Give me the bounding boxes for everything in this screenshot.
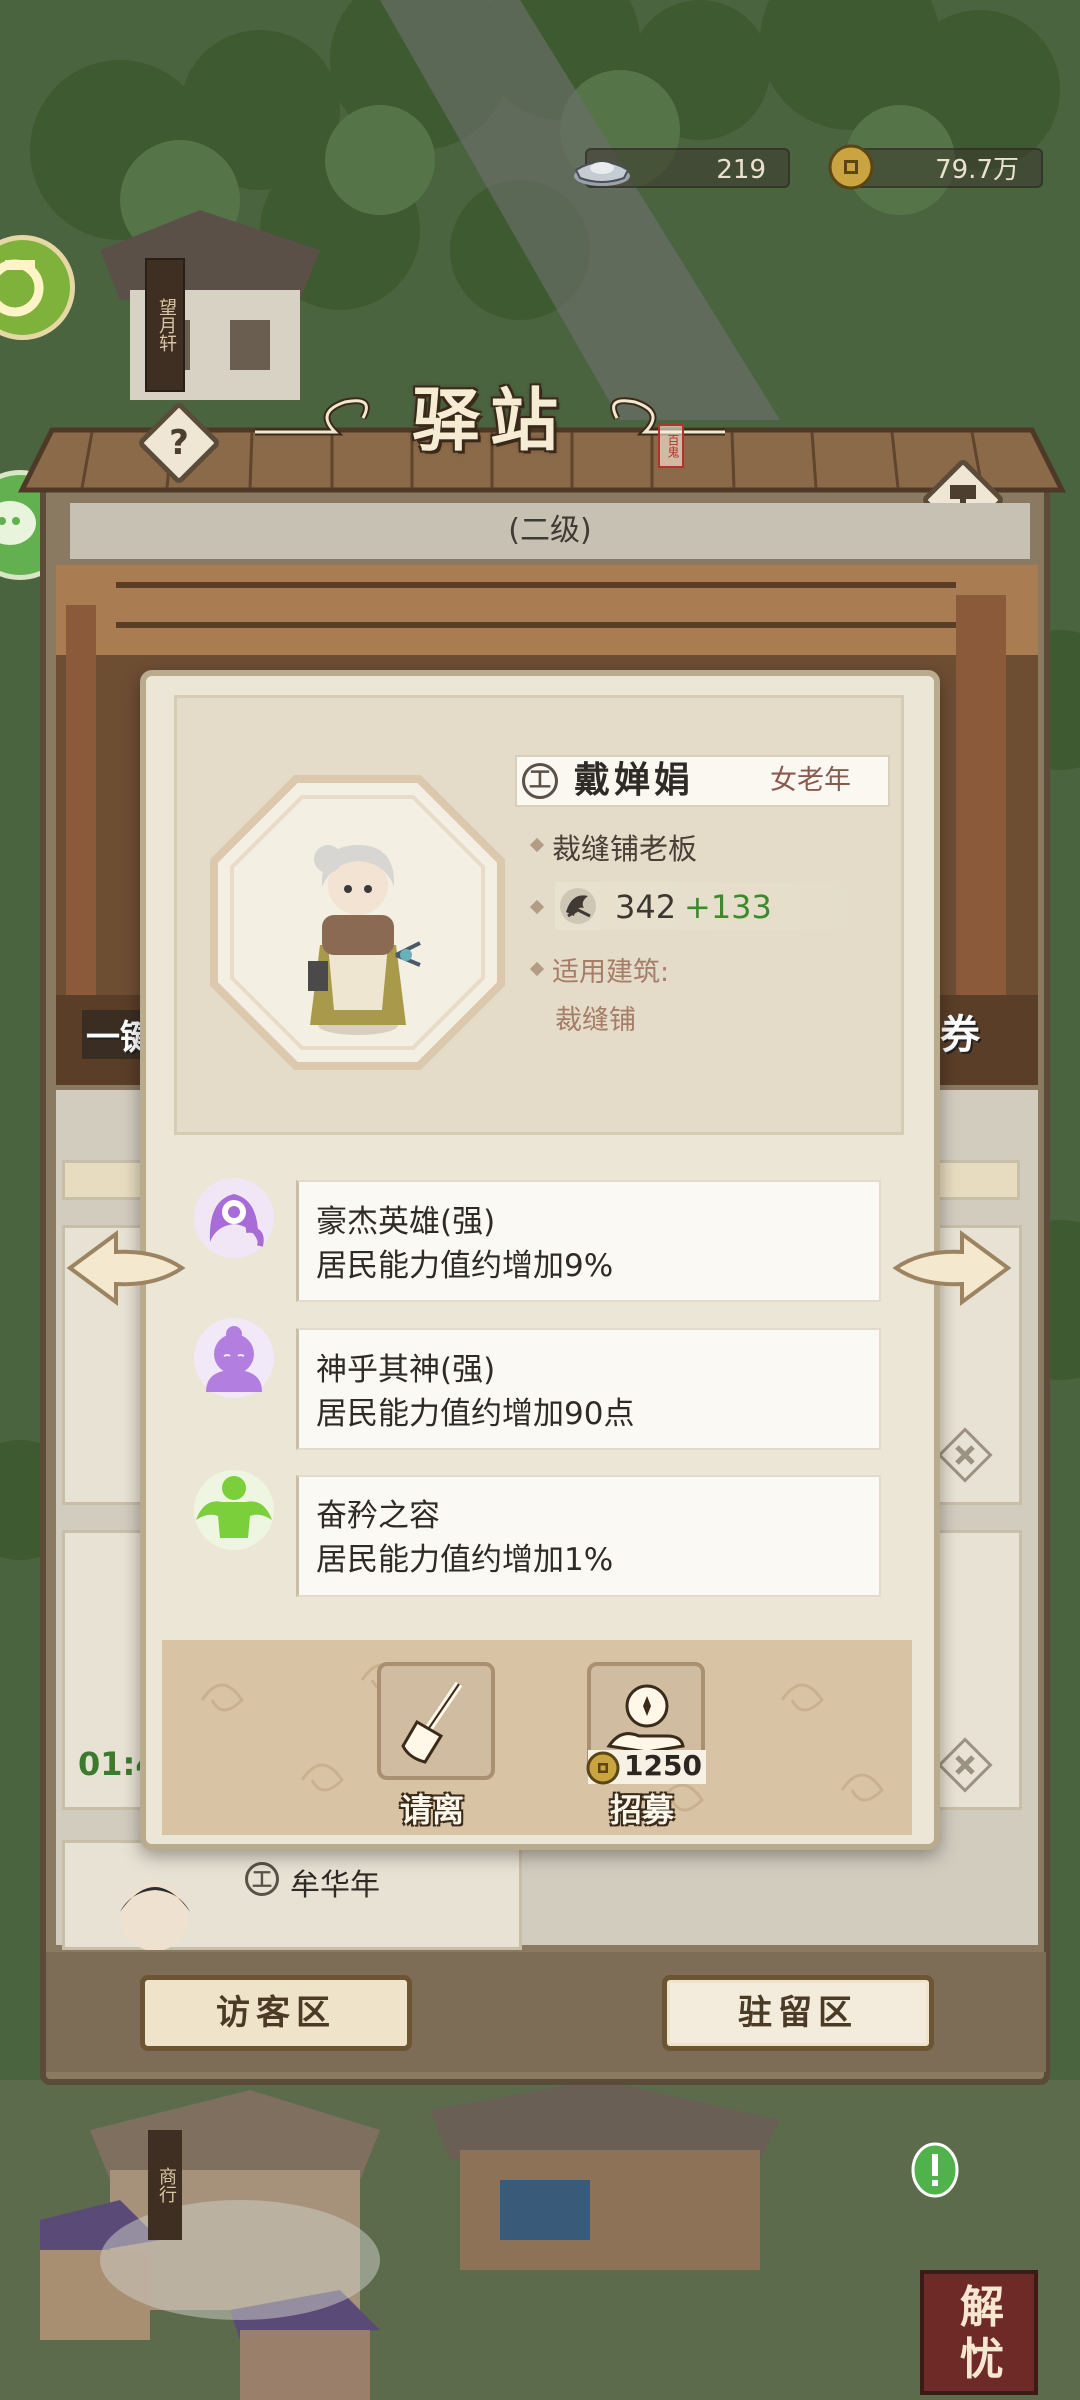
ability-icon [560,888,596,924]
broom-icon [401,1681,463,1764]
building-value: 裁缝铺 [555,1005,636,1036]
relief-label: 解忧 [960,2282,1004,2385]
portrait-frame [210,775,505,1070]
character-title: 裁缝铺老板 [552,832,698,866]
close-icon[interactable] [935,1425,995,1485]
inn-sign-text: 望月轩 [156,298,177,352]
silver-ingot-icon [574,161,630,186]
dismiss-button[interactable] [377,1662,495,1780]
row-job-icon: 工 [245,1862,279,1896]
character-name: 戴婵娟 [574,760,695,801]
visitor-area-tab[interactable]: 访客区 [140,1975,412,2051]
title-banner: 驿站 百鬼 [255,372,725,470]
hero-icon [194,1178,274,1258]
building-level: (二级) [508,513,592,548]
recruit-cost: 1250 [624,1749,702,1782]
copper-coin-icon [828,144,874,190]
silver-amount: 219 [716,155,766,185]
close-icon[interactable] [935,1735,995,1795]
dismiss-label: 请离 [400,1791,465,1829]
trait-name: 豪杰英雄(强) [316,1204,496,1240]
shop-sign: 商行 [148,2130,182,2240]
buddha-icon [194,1318,274,1398]
prev-arrow-icon[interactable] [66,1228,186,1308]
inn-sign: 望月轩 [145,258,185,392]
task-button[interactable] [0,235,75,340]
relief-button[interactable]: 解忧 [920,2270,1038,2395]
level-bar: (二级) [70,503,1030,559]
trait-desc: 居民能力值约增加9% [316,1248,614,1284]
resident-area-tab[interactable]: 驻留区 [662,1975,934,2051]
avatar [120,1883,190,1950]
copper-coin-icon [586,1751,620,1785]
task-icon [0,259,44,317]
action-bar [162,1640,912,1835]
power-bonus: +133 [684,888,772,926]
strongman-icon [194,1470,274,1550]
power-base: 342 [615,888,677,926]
ticket-partial[interactable]: 券 [940,1002,980,1060]
trait-desc: 居民能力值约增加90点 [316,1396,635,1432]
character-gender-age: 女老年 [770,765,851,796]
next-arrow-icon[interactable] [892,1228,1012,1308]
title-seal: 百鬼 [658,424,684,468]
shop-sign-text: 商行 [156,2167,177,2203]
page-title: 驿站 [411,381,568,461]
copper-amount: 79.7万 [935,155,1019,185]
trait-desc: 居民能力值约增加1% [316,1542,614,1578]
alert-icon [911,2142,959,2198]
question-icon: ? [169,423,189,463]
trait-name: 奋矜之容 [316,1498,440,1534]
recruit-label: 招募 [610,1791,675,1829]
trait-name: 神乎其神(强) [316,1352,496,1388]
building-label: 适用建筑: [552,957,670,988]
swirl-pattern [200,1663,884,1812]
craftsman-icon: 工 [522,763,558,799]
row-name: 牟华年 [290,1868,380,1903]
